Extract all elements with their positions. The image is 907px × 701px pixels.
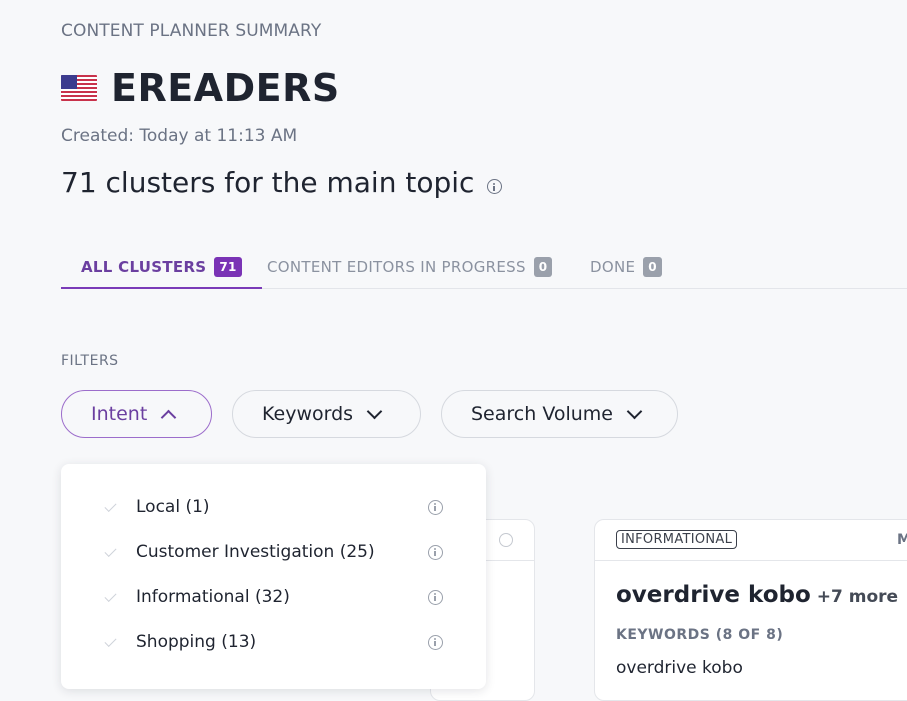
keywords-label: KEYWORDS (8 OF 8) (616, 627, 784, 643)
intent-option-customer-investigation[interactable]: Customer Investigation (25) (61, 532, 486, 572)
clusters-summary: 71 clusters for the main topic (61, 166, 503, 199)
tab-label: CONTENT EDITORS IN PROGRESS (267, 258, 526, 276)
filter-label: Keywords (262, 403, 354, 425)
check-icon (104, 544, 117, 557)
chevron-down-icon (626, 403, 643, 419)
option-label: Local (1) (136, 497, 210, 517)
info-icon[interactable] (428, 499, 443, 515)
tab-label: DONE (590, 258, 636, 276)
filters-label: FILTERS (61, 353, 119, 369)
intent-option-informational[interactable]: Informational (32) (61, 577, 486, 617)
info-icon[interactable] (428, 589, 443, 605)
intent-dropdown: Local (1) Customer Investigation (25) In… (61, 464, 486, 689)
intent-option-local[interactable]: Local (1) (61, 487, 486, 527)
tab-label: ALL CLUSTERS (81, 257, 207, 276)
card-title[interactable]: overdrive kobo +7 more (616, 582, 898, 608)
count-badge: 71 (214, 256, 242, 277)
chevron-up-icon (161, 409, 177, 425)
info-icon[interactable] (428, 544, 443, 560)
count-badge: 0 (533, 257, 553, 277)
card-header-meta: M (897, 532, 907, 548)
filter-label: Intent (91, 403, 148, 425)
filter-label: Search Volume (471, 403, 613, 425)
intent-option-shopping[interactable]: Shopping (13) (61, 622, 486, 662)
tab-bar: ALL CLUSTERS 71 CONTENT EDITORS IN PROGR… (61, 250, 907, 289)
tab-all-clusters[interactable]: ALL CLUSTERS 71 (61, 250, 262, 289)
check-icon (104, 499, 117, 512)
keywords-filter-button[interactable]: Keywords (232, 390, 421, 438)
intent-filter-button[interactable]: Intent (61, 390, 212, 438)
info-icon[interactable] (428, 634, 443, 650)
card-title-text: overdrive kobo (616, 582, 811, 608)
clusters-heading: 71 clusters for the main topic (61, 166, 475, 199)
created-timestamp: Created: Today at 11:13 AM (61, 126, 298, 146)
card-header: INFORMATIONAL M (595, 520, 907, 561)
check-icon (104, 634, 117, 647)
option-label: Customer Investigation (25) (136, 542, 375, 562)
select-radio[interactable] (499, 533, 513, 547)
tab-done[interactable]: DONE 0 (590, 250, 662, 288)
title-row: EREADERS (61, 66, 340, 110)
option-label: Informational (32) (136, 587, 290, 607)
count-badge: 0 (643, 257, 662, 277)
us-flag-icon (61, 75, 97, 101)
chevron-down-icon (366, 403, 383, 419)
cluster-card[interactable]: INFORMATIONAL M overdrive kobo +7 more KE… (594, 519, 907, 701)
tab-content-editors-in-progress[interactable]: CONTENT EDITORS IN PROGRESS 0 (267, 250, 553, 288)
more-keywords: +7 more (816, 587, 899, 607)
search-volume-filter-button[interactable]: Search Volume (441, 390, 678, 438)
info-icon[interactable] (487, 179, 503, 194)
option-label: Shopping (13) (136, 632, 257, 652)
check-icon (104, 589, 117, 602)
intent-tag: INFORMATIONAL (616, 530, 738, 549)
keyword-item: overdrive kobo (616, 658, 743, 678)
page-subtitle: CONTENT PLANNER SUMMARY (61, 21, 322, 41)
page-title: EREADERS (111, 66, 340, 110)
